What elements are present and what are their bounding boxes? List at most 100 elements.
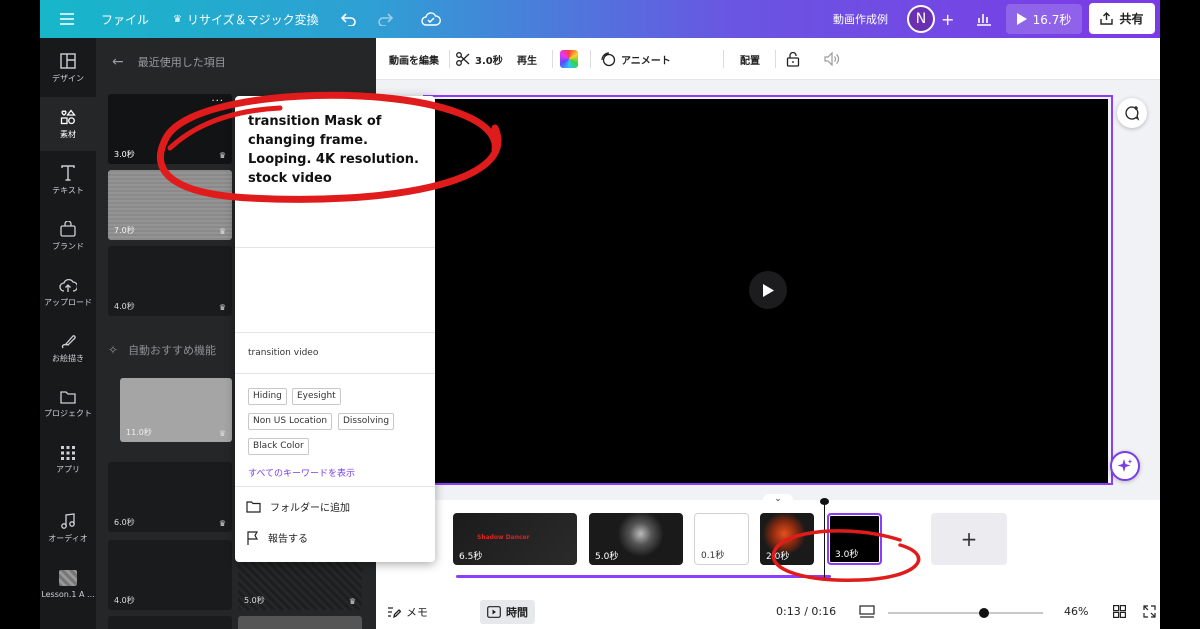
rail-item-projects[interactable]: プロジェクト xyxy=(40,377,96,431)
timeline: ⌄ Shadow Dancer 6.5秒 5.0秒 0.1秒 2.0秒 3.0秒… xyxy=(376,494,1160,594)
zoom-slider-knob[interactable] xyxy=(979,608,990,618)
edit-video-button[interactable]: 動画を編集 xyxy=(389,38,439,80)
tile-duration: 4.0秒 xyxy=(114,302,135,311)
share-button[interactable]: 共有 xyxy=(1089,3,1155,34)
comment-add-icon xyxy=(1125,106,1140,121)
timer-button[interactable]: 時間 xyxy=(480,600,535,624)
toolbar-divider xyxy=(590,50,591,68)
lock-icon[interactable] xyxy=(786,38,800,80)
rail-item-design[interactable]: デザイン xyxy=(40,41,96,95)
rail-item-audio[interactable]: オーディオ xyxy=(40,501,96,555)
more-options-icon[interactable]: ··· xyxy=(211,96,224,107)
auto-suggest-row[interactable]: ✧ 自動おすすめ機能 xyxy=(108,338,216,362)
rail-item-text[interactable]: テキスト xyxy=(40,153,96,207)
timeline-clip[interactable]: Shadow Dancer 6.5秒 xyxy=(453,513,577,565)
rail-item-upload[interactable]: アップロード xyxy=(40,265,96,319)
trim-button[interactable]: 3.0秒 xyxy=(456,38,503,80)
animate-button[interactable]: アニメート xyxy=(600,38,671,80)
collapse-timeline-icon[interactable]: ⌄ xyxy=(763,494,793,506)
redo-icon[interactable] xyxy=(377,0,393,38)
keyword-tag[interactable]: Black Color xyxy=(248,438,309,455)
playback-button[interactable]: 再生 xyxy=(517,38,537,80)
show-all-keywords-link[interactable]: すべてのキーワードを表示 xyxy=(248,466,355,479)
media-tile[interactable]: ··· 3.0秒 ♛ xyxy=(108,94,232,164)
timer-label: 時間 xyxy=(506,606,528,619)
keyword-tag[interactable]: Eyesight xyxy=(292,388,341,405)
color-picker-button[interactable] xyxy=(560,38,578,80)
project-title[interactable]: 動画作成例 xyxy=(833,0,888,38)
clip-duration: 3.0秒 xyxy=(835,550,859,560)
media-tile[interactable] xyxy=(108,616,232,629)
grid-view-icon[interactable] xyxy=(1113,594,1126,629)
toolbar-divider xyxy=(552,50,553,68)
flag-icon xyxy=(247,530,259,545)
play-preview-button[interactable]: 16.7秒 xyxy=(1006,4,1082,34)
rail-item-draw[interactable]: お絵描き xyxy=(40,321,96,375)
user-avatar[interactable]: N xyxy=(907,0,935,38)
rail-item-lesson[interactable]: Lesson.1 A ... xyxy=(40,557,96,611)
editor-toolbar: 動画を編集 3.0秒 再生 アニメート 配置 xyxy=(376,38,1160,80)
file-menu[interactable]: ファイル xyxy=(101,0,149,38)
menu-icon[interactable] xyxy=(60,0,74,38)
panel-header: ← 最近使用した項目 xyxy=(96,38,376,86)
tile-duration: 3.0秒 xyxy=(114,150,135,159)
crown-icon: ♛ xyxy=(348,597,356,606)
upload-icon xyxy=(59,278,77,292)
clip-duration: 6.5秒 xyxy=(459,552,483,562)
notes-label: メモ xyxy=(406,605,428,619)
timeline-clip[interactable]: 5.0秒 xyxy=(589,513,683,565)
fullscreen-icon[interactable] xyxy=(1143,594,1156,629)
zoom-percent[interactable]: 46% xyxy=(1064,594,1088,629)
undo-icon[interactable] xyxy=(341,0,357,38)
rail-label: 素材 xyxy=(60,129,76,139)
page-view-icon[interactable] xyxy=(859,594,875,629)
notes-icon xyxy=(388,606,401,618)
tile-duration: 4.0秒 xyxy=(114,596,135,605)
timeline-clip[interactable]: 2.0秒 xyxy=(760,513,814,565)
timer-play-icon xyxy=(487,606,501,618)
volume-icon[interactable] xyxy=(824,38,840,80)
rail-label: テキスト xyxy=(52,185,84,195)
zoom-slider[interactable] xyxy=(888,612,1043,614)
rail-item-brand[interactable]: ブランド xyxy=(40,209,96,263)
timeline-clip-selected[interactable]: 3.0秒 xyxy=(827,513,882,565)
crown-icon: ♛ xyxy=(218,227,226,236)
timeline-clip[interactable]: 0.1秒 xyxy=(694,513,749,565)
media-tile[interactable] xyxy=(238,616,362,629)
canvas-play-button[interactable] xyxy=(749,271,787,309)
notes-button[interactable]: メモ xyxy=(387,594,428,629)
cloud-save-icon[interactable] xyxy=(421,0,441,38)
brand-icon xyxy=(60,220,76,237)
rail-item-apps[interactable]: アプリ xyxy=(40,433,96,487)
report-button[interactable]: 報告する xyxy=(246,530,308,545)
add-clip-button[interactable]: + xyxy=(931,513,1007,565)
divider xyxy=(235,373,435,374)
keyword-tag[interactable]: Dissolving xyxy=(338,413,395,430)
rail-label: デザイン xyxy=(52,73,84,83)
media-title: transition Mask of changing frame. Loopi… xyxy=(248,114,419,186)
text-icon xyxy=(61,164,75,181)
divider xyxy=(235,332,435,333)
media-tile[interactable]: 6.0秒 ♛ xyxy=(108,462,232,532)
sparkle-icon xyxy=(1117,459,1133,472)
magic-assist-button[interactable] xyxy=(1110,451,1140,481)
media-tile[interactable]: 4.0秒 xyxy=(108,540,232,610)
keyword-tag[interactable]: Non US Location xyxy=(248,413,333,430)
insights-icon[interactable] xyxy=(976,0,992,38)
add-collaborator-icon[interactable]: + xyxy=(941,0,954,38)
rail-item-elements[interactable]: 素材 xyxy=(40,97,96,151)
resize-button[interactable]: ♛ リサイズ＆マジック変換 xyxy=(173,0,319,38)
media-tile[interactable]: 7.0秒 ♛ xyxy=(108,170,232,240)
playhead[interactable] xyxy=(824,500,825,580)
media-info-popup: transition Mask of changing frame. Loopi… xyxy=(235,96,435,562)
keyword-tag[interactable]: Hiding xyxy=(248,388,287,405)
back-arrow-icon[interactable]: ← xyxy=(112,54,124,70)
position-button[interactable]: 配置 xyxy=(740,38,760,80)
audio-icon xyxy=(61,512,75,529)
media-tile[interactable]: 4.0秒 ♛ xyxy=(108,246,232,316)
share-label: 共有 xyxy=(1119,12,1144,26)
media-tile[interactable]: 11.0秒 ♛ xyxy=(120,378,232,442)
add-to-folder-button[interactable]: フォルダーに追加 xyxy=(246,499,350,514)
playhead-handle[interactable] xyxy=(820,498,829,505)
add-comment-button[interactable] xyxy=(1117,98,1147,128)
